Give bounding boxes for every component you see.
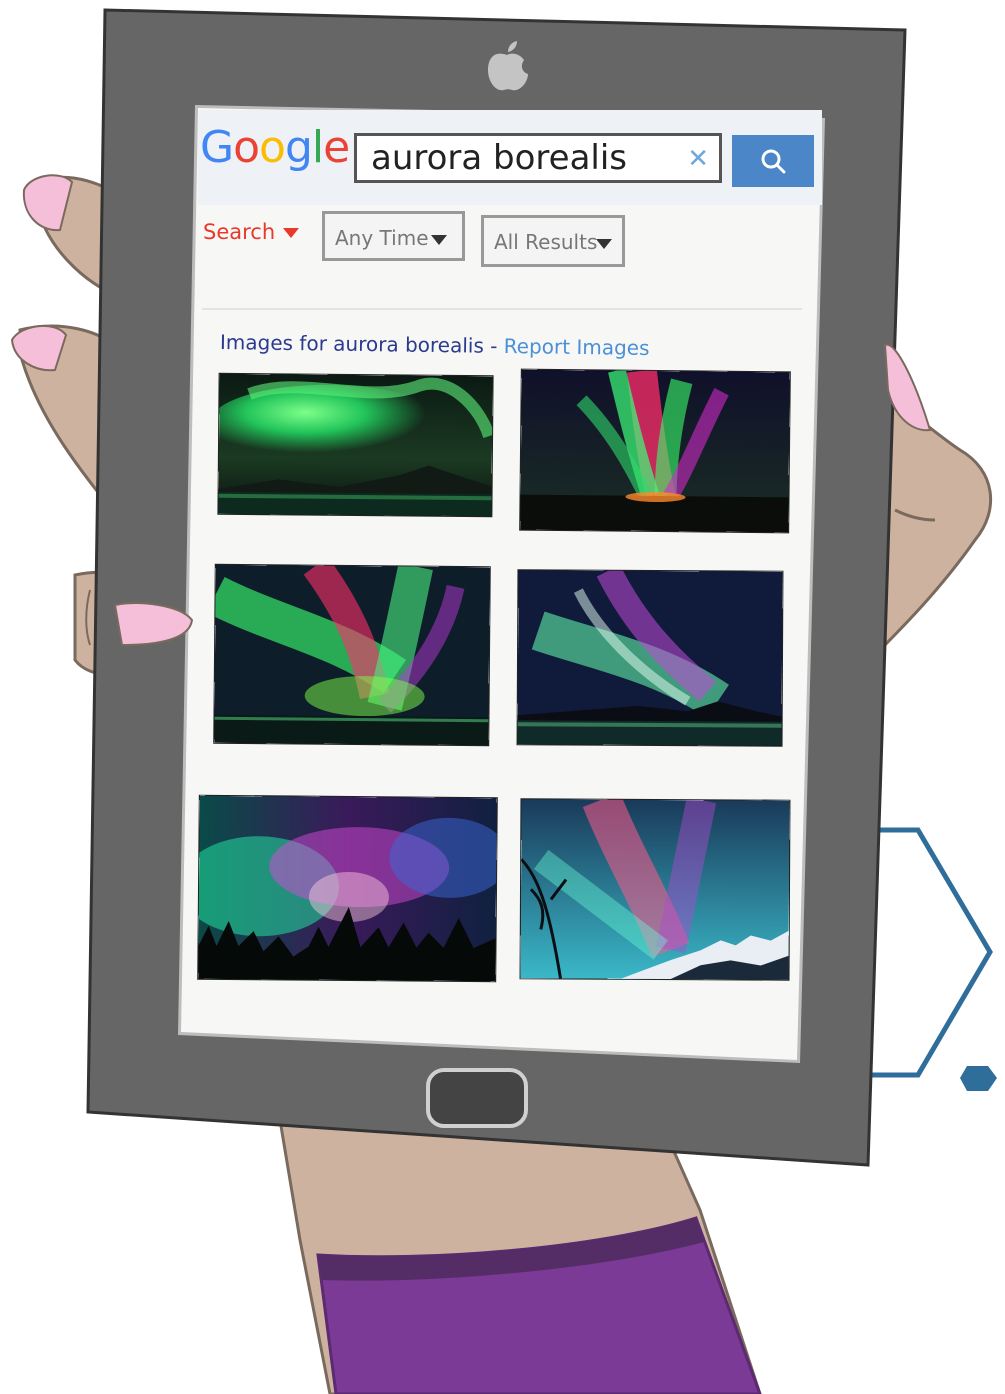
aurora-image-4[interactable] xyxy=(517,570,783,746)
divider xyxy=(202,308,802,310)
aurora-image-1[interactable] xyxy=(218,373,493,517)
search-button[interactable] xyxy=(732,135,814,187)
caret-down-icon xyxy=(596,239,612,249)
aurora-image-6[interactable] xyxy=(520,799,790,980)
logo-letter: l xyxy=(311,122,324,173)
aurora-image-5[interactable] xyxy=(198,795,497,982)
aurora-image-2[interactable] xyxy=(520,369,790,533)
logo-letter: o xyxy=(259,122,286,173)
aurora-image-3[interactable] xyxy=(214,564,490,746)
images-heading-text: Images for aurora borealis xyxy=(219,330,485,358)
heading-separator: - xyxy=(490,333,498,358)
search-input[interactable] xyxy=(371,138,671,178)
logo-letter: G xyxy=(200,122,234,173)
close-icon[interactable]: ✕ xyxy=(687,144,709,172)
search-icon xyxy=(761,149,786,174)
time-filter-dropdown[interactable]: Any Time xyxy=(322,211,465,261)
report-images-link[interactable]: Report Images xyxy=(504,334,650,360)
logo-letter: g xyxy=(284,122,313,173)
browser-screen: Google ✕ Search Any Time All Results Ima… xyxy=(0,0,1005,1394)
time-filter-label: Any Time xyxy=(335,226,429,250)
results-filter-label: All Results xyxy=(494,230,598,254)
logo-letter: e xyxy=(323,122,350,173)
caret-down-icon xyxy=(283,228,300,238)
search-type-dropdown[interactable]: Search xyxy=(203,220,300,244)
results-filter-dropdown[interactable]: All Results xyxy=(481,215,625,267)
caret-down-icon xyxy=(431,235,447,245)
google-logo[interactable]: Google xyxy=(200,122,350,174)
search-field[interactable]: ✕ xyxy=(354,133,722,183)
search-type-label: Search xyxy=(203,220,276,244)
images-heading: Images for aurora borealis - Report Imag… xyxy=(220,330,650,360)
logo-letter: o xyxy=(233,122,260,173)
